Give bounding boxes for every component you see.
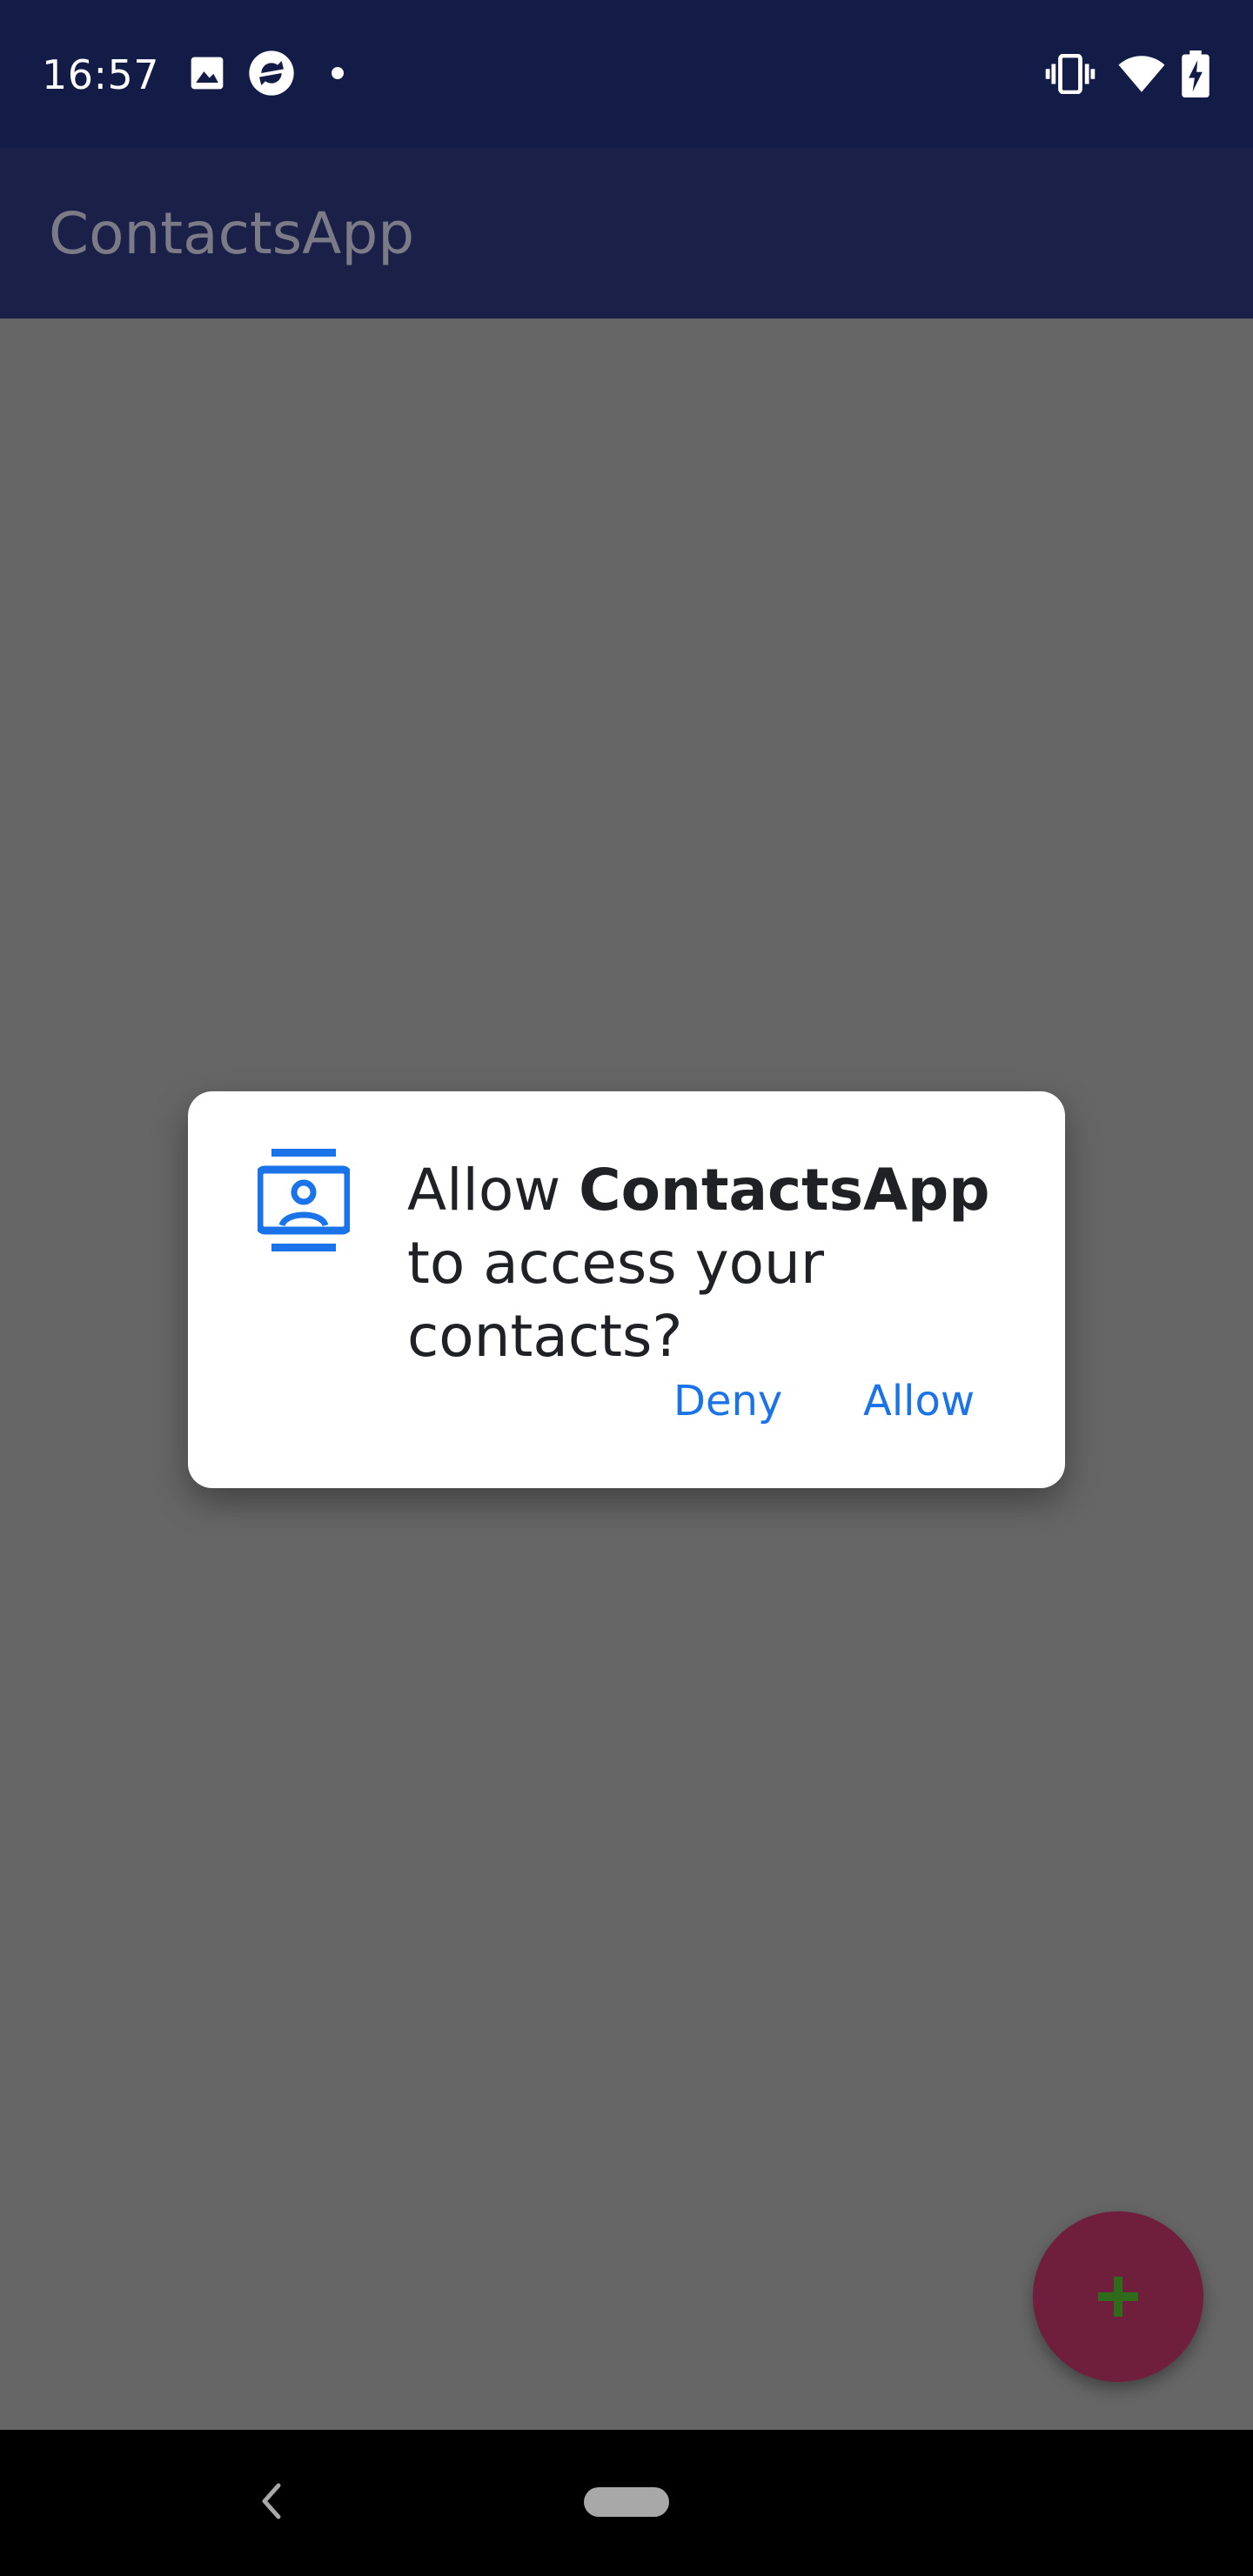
message-prefix: Allow (407, 1157, 580, 1224)
status-time: 16:57 (42, 51, 160, 98)
battery-charging-icon (1182, 50, 1209, 97)
status-bar: 16:57 (0, 0, 1253, 148)
home-pill-icon[interactable] (584, 2487, 669, 2517)
deny-button[interactable]: Deny (656, 1366, 800, 1436)
back-icon[interactable] (258, 2480, 284, 2522)
permission-message: Allow ContactsApp to access your contact… (407, 1154, 1042, 1373)
allow-button[interactable]: Allow (846, 1366, 992, 1436)
add-contact-fab[interactable] (1033, 2211, 1203, 2382)
app-name: ContactsApp (579, 1157, 990, 1224)
app-title: ContactsApp (49, 200, 415, 267)
plus-icon (1098, 2277, 1138, 2317)
permission-dialog: Allow ContactsApp to access your contact… (188, 1091, 1065, 1488)
contacts-icon (258, 1149, 350, 1251)
dot-icon (332, 67, 344, 79)
message-suffix: to access your contacts? (407, 1230, 825, 1370)
wifi-icon (1118, 56, 1165, 92)
sync-icon (249, 50, 294, 96)
vibrate-icon (1045, 54, 1096, 94)
image-icon (191, 57, 224, 90)
